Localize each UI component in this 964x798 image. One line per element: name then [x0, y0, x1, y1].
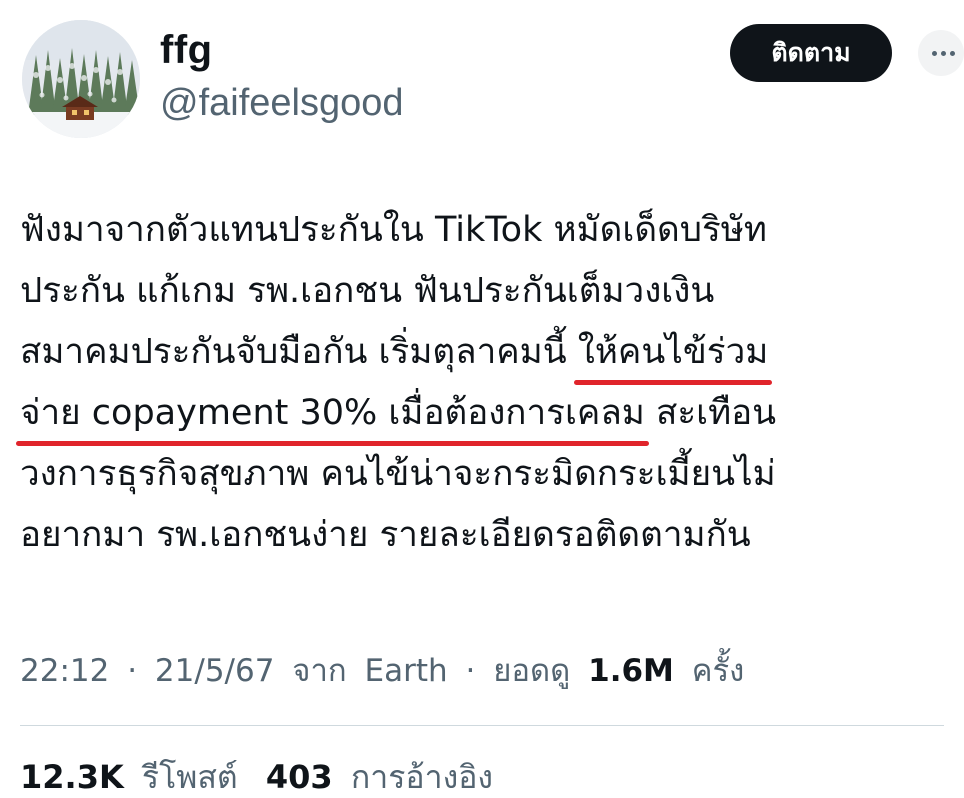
tweet-text-line: อยากมา รพ.เอกชนง่าย รายละเอียดรอติดตามกั… [20, 505, 950, 566]
quotes-count: 403 [265, 758, 333, 796]
tweet-text-segment: ฟังมาจากตัวแทนประกันใน TikTok หมัดเด็ดบร… [20, 210, 767, 250]
dot [941, 50, 946, 56]
tweet-text-line: วงการธุรกิจสุขภาพ คนไข้น่าจะกระมิดกระเมี… [20, 444, 950, 505]
quotes-label: การอ้างอิง [350, 758, 494, 796]
tweet-source: Earth [364, 653, 448, 689]
display-name[interactable]: ffg [160, 28, 213, 73]
divider [20, 725, 944, 726]
tweet-text-segment: สะเทือน [644, 393, 777, 433]
retweets-label: รีโพสต์ [141, 758, 238, 796]
highlighted-text: ให้คนไข้ร่วม [573, 322, 772, 385]
more-options-icon[interactable] [918, 30, 964, 76]
avatar[interactable] [22, 20, 140, 138]
views-prefix: ยอดดู [493, 653, 571, 689]
tweet-text-line: สมาคมประกันจับมือกัน เริ่มตุลาคมนี้ ให้ค… [20, 322, 950, 385]
follow-button[interactable]: ติดตาม [730, 24, 892, 82]
highlighted-text: จ่าย copayment 30% เมื่อต้องการเคลม [16, 383, 649, 446]
tweet-text-segment: อยากมา รพ.เอกชนง่าย รายละเอียดรอติดตามกั… [20, 515, 751, 555]
tweet-text-segment: วงการธุรกิจสุขภาพ คนไข้น่าจะกระมิดกระเมี… [20, 454, 776, 494]
quotes-stat[interactable]: 403 การอ้างอิง [266, 758, 501, 796]
tweet-date[interactable]: 21/5/67 [155, 653, 275, 689]
dot [932, 50, 937, 56]
separator: · [465, 653, 476, 689]
dot [950, 50, 955, 56]
tweet-text-line: จ่าย copayment 30% เมื่อต้องการเคลม สะเท… [16, 383, 950, 446]
tweet-text-segment: สมาคมประกันจับมือกัน เริ่มตุลาคมนี้ [20, 332, 578, 372]
tweet-card: ffg @faifeelsgood ติดตาม ฟังมาจากตัวแทนป… [0, 0, 964, 798]
user-handle[interactable]: @faifeelsgood [160, 82, 404, 125]
views-suffix: ครั้ง [691, 653, 745, 689]
tweet-text-line: ประกัน แก้เกม รพ.เอกชน ฟันประกันเต็มวงเง… [20, 261, 950, 322]
source-prefix: จาก [292, 653, 347, 689]
snowy-forest-cabin-avatar [22, 20, 140, 138]
tweet-stats: 12.3K รีโพสต์ 403 การอ้างอิง [20, 752, 511, 798]
tweet-text-line: ฟังมาจากตัวแทนประกันใน TikTok หมัดเด็ดบร… [20, 200, 950, 261]
retweets-count: 12.3K [20, 758, 124, 796]
tweet-text-segment: ประกัน แก้เกม รพ.เอกชน ฟันประกันเต็มวงเง… [20, 271, 715, 311]
tweet-text: ฟังมาจากตัวแทนประกันใน TikTok หมัดเด็ดบร… [16, 200, 950, 566]
retweets-stat[interactable]: 12.3K รีโพสต์ [20, 758, 256, 796]
separator: · [127, 653, 138, 689]
tweet-time[interactable]: 22:12 [20, 653, 109, 689]
views-count: 1.6M [588, 653, 674, 689]
tweet-meta: 22:12 · 21/5/67 จาก Earth · ยอดดู 1.6M ค… [20, 645, 950, 695]
